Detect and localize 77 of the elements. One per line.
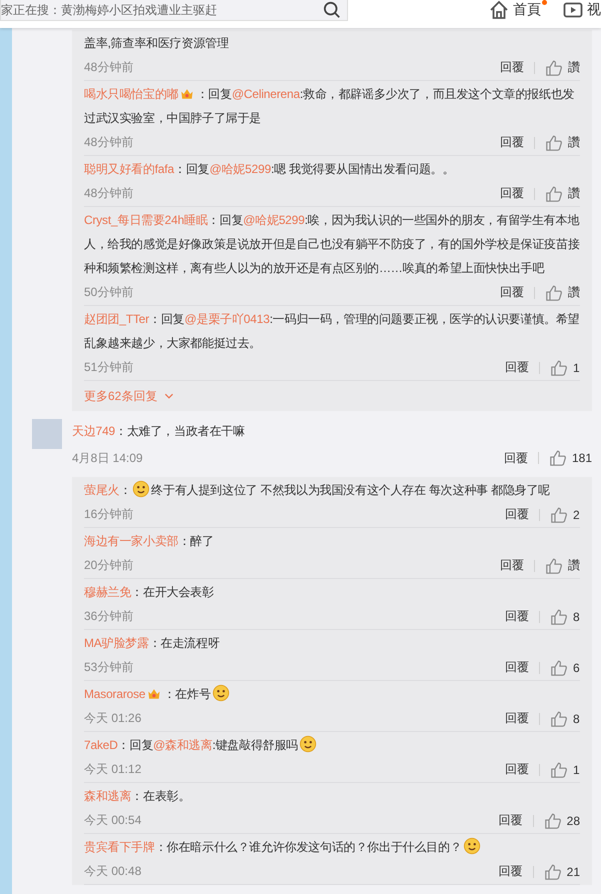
comment-text: 盖率,筛查率和医疗资源管理 <box>84 35 230 52</box>
search-icon[interactable] <box>323 1 341 19</box>
timestamp: 今天 01:26 <box>84 710 142 727</box>
like-button[interactable]: 讚 <box>545 184 580 202</box>
timestamp: 4月8日 14:09 <box>72 450 144 466</box>
reply-link[interactable]: 回覆 <box>505 659 529 676</box>
reply-link[interactable]: 回覆 <box>498 812 523 829</box>
like-button[interactable]: 181 <box>548 449 592 467</box>
timestamp: 48分钟前 <box>84 134 134 151</box>
timestamp: 今天 00:54 <box>84 812 142 829</box>
thumbs-up-icon <box>550 608 568 626</box>
like-button[interactable]: 8 <box>550 608 580 626</box>
thumbs-up-icon <box>545 284 563 302</box>
reply-link[interactable]: 回覆 <box>500 185 524 202</box>
like-button[interactable]: 讚 <box>545 58 580 76</box>
reply-link[interactable]: 回覆 <box>500 557 524 574</box>
timestamp: 50分钟前 <box>84 284 134 301</box>
timestamp: 36分钟前 <box>84 608 134 625</box>
reply-link[interactable]: 回覆 <box>505 761 529 778</box>
like-button[interactable]: 6 <box>550 658 580 676</box>
thumbs-up-icon <box>550 710 568 728</box>
thumbs-up-icon <box>550 358 568 376</box>
reply-link[interactable]: 回覆 <box>500 284 524 301</box>
like-button[interactable]: 1 <box>550 760 580 778</box>
thumbs-up-icon <box>545 184 563 202</box>
comment-text: Masorarose ：在炸号 <box>84 682 580 706</box>
comment-text: 森和逃离：在表彰。 <box>84 788 192 805</box>
nav-link[interactable]: 首頁 <box>489 0 541 20</box>
reply-link[interactable]: 回覆 <box>500 59 524 76</box>
thumbs-up-icon <box>550 760 568 778</box>
like-button[interactable]: 21 <box>544 862 580 880</box>
thumbs-up-icon <box>550 658 568 676</box>
like-button[interactable]: 1 <box>550 358 580 376</box>
comment-text: 赵团团_TTer：回复@是栗子吖0413:一码归一码，管理的问题要正视，医学的认识要谨慎。希望乱象越来越少，大家都能挺过去。 <box>84 311 580 352</box>
like-button[interactable]: 讚 <box>545 284 580 302</box>
thumbs-up-icon <box>550 506 568 524</box>
reply-link[interactable]: 回覆 <box>504 450 528 466</box>
timestamp: 51分钟前 <box>84 359 134 376</box>
comment-text: 喝水只喝怡宝的嘟 ：回复@Celinerena:救命，都辟谣多少次了，而且发这个文章的报纸也发过武汉实验室，中国脖子了屌于是 <box>84 85 576 127</box>
like-button[interactable]: 8 <box>550 710 580 728</box>
thumbs-up-icon <box>548 449 567 467</box>
comment-text: 7akeD：回复@森和逃离:键盘敲得舒服吗 <box>84 733 580 757</box>
like-button[interactable]: 28 <box>544 812 580 830</box>
timestamp: 今天 01:12 <box>84 761 142 778</box>
reply-link[interactable]: 回覆 <box>505 608 529 625</box>
home-icon <box>489 0 509 20</box>
video-icon <box>563 0 583 20</box>
comment-text: 海边有一家小卖部：醉了 <box>84 533 215 550</box>
timestamp: 53分钟前 <box>84 659 134 676</box>
comment-text: 萤尾火： 终于有人提到这位了 不然我以为我国没有这个人存在 每次这种事 都隐身了呢 <box>84 478 580 502</box>
like-button[interactable]: 讚 <box>545 134 580 152</box>
comment-text: 聪明又好看的fafa：回复@哈妮5299:嗯 我觉得要从国情出发看问题。。 <box>84 161 456 178</box>
thumbs-up-icon <box>544 812 562 830</box>
like-button[interactable]: 讚 <box>545 556 580 574</box>
timestamp: 48分钟前 <box>84 59 134 76</box>
thumbs-up-icon <box>544 862 562 880</box>
comment-text: Cryst_每日需要24h睡眠：回复@哈妮5299:唉，因为我认识的一些国外的朋友，有留学生有本地人，给我的感觉是好像政策是说放开但是自己也没有躺平不防疫了，有的国外学校是保证疫苗接种和频繁检测这样，离有些人以为的放开还是有点区别的……唉真的希望上面快快出手吧 <box>84 212 580 277</box>
thumbs-up-icon <box>545 58 563 76</box>
thumbs-up-icon <box>545 134 563 152</box>
like-button[interactable]: 2 <box>550 506 580 524</box>
comment-text: 贵宾看下手牌：你在暗示什么？谁允许你发这句话的？你出于什么目的？ <box>84 835 580 859</box>
nav-link[interactable]: 视 <box>563 0 601 20</box>
timestamp: 今天 00:48 <box>84 863 142 880</box>
comment-text: 穆赫兰免：在开大会表彰 <box>84 584 215 601</box>
comment-text: MA驴脸梦露：在走流程呀 <box>84 635 221 652</box>
reply-link[interactable]: 回覆 <box>505 506 529 523</box>
reply-link[interactable]: 回覆 <box>500 134 524 151</box>
timestamp: 48分钟前 <box>84 185 134 202</box>
search-field[interactable]: 家正在搜：黄渤梅婷小区拍戏遭业主驱赶 <box>0 0 348 21</box>
thumbs-up-icon <box>545 556 563 574</box>
timestamp: 20分钟前 <box>84 557 134 574</box>
comment-text: 天边749：太难了，当政者在干嘛 <box>72 423 246 440</box>
reply-link[interactable]: 回覆 <box>505 710 529 727</box>
reply-link[interactable]: 回覆 <box>498 863 523 880</box>
reply-link[interactable]: 回覆 <box>505 359 529 376</box>
avatar <box>32 419 62 449</box>
timestamp: 16分钟前 <box>84 506 134 523</box>
